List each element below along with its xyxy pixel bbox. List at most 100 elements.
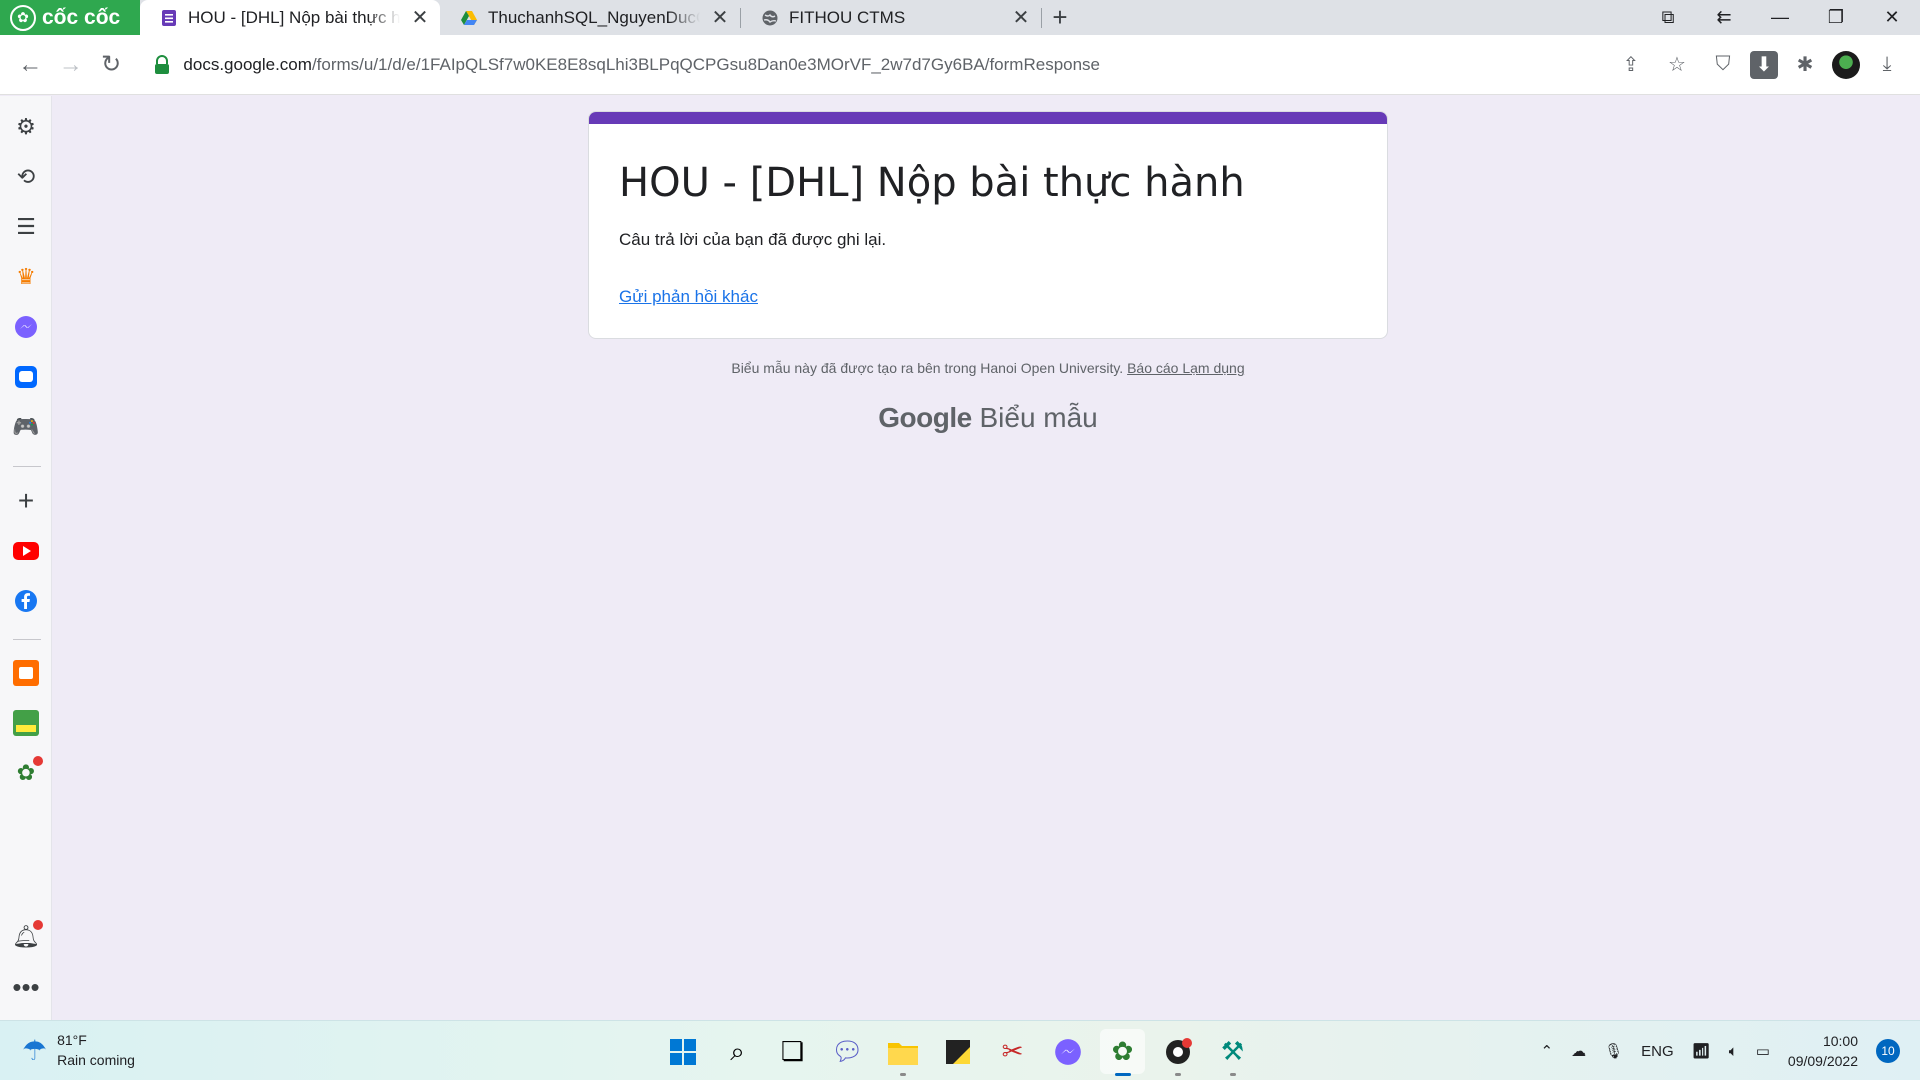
coupon-icon[interactable] [11, 708, 41, 738]
google-forms-icon [162, 9, 176, 26]
shop-icon[interactable] [11, 658, 41, 688]
new-tab-button[interactable]: + [1042, 0, 1078, 35]
obs-app-icon[interactable] [1155, 1029, 1200, 1076]
gear-icon[interactable]: ⚙ [11, 112, 41, 142]
notification-dot [33, 756, 43, 766]
profile-avatar[interactable] [1832, 50, 1861, 79]
footer-note-text: Biểu mẫu này đã được tạo ra bên trong Ha… [731, 360, 1124, 376]
back-history-icon[interactable]: ⇇ [1696, 0, 1752, 35]
tab-title: FITHOU CTMS [789, 7, 906, 27]
list-icon[interactable]: ☰ [11, 212, 41, 242]
crown-icon[interactable]: ♛ [11, 262, 41, 292]
browser-toolbar: ← → ↻ docs.google.com/forms/u/1/d/e/1FAI… [0, 35, 1920, 95]
file-explorer-icon[interactable] [880, 1029, 925, 1076]
forms-wordmark: Biểu mẫu [979, 402, 1098, 433]
savior-download-icon[interactable]: ⬇ [1750, 50, 1779, 79]
url-host: docs.google.com [183, 54, 312, 74]
coccoc-browser-app-icon[interactable]: ✿ [1100, 1029, 1145, 1076]
plus-icon[interactable]: + [11, 485, 41, 516]
tools-app-icon[interactable]: ⚒ [1210, 1029, 1255, 1076]
tab-close-icon[interactable]: ✕ [410, 5, 430, 30]
notification-dot [33, 920, 43, 930]
clock-date: 09/09/2022 [1787, 1053, 1858, 1069]
secure-lock-icon [155, 54, 170, 74]
weather-widget[interactable]: ☂ 81°F Rain coming [22, 1030, 135, 1070]
start-button[interactable] [660, 1029, 705, 1074]
tab-drive[interactable]: ThuchanhSQL_NguyenDucCuong ✕ [440, 0, 740, 35]
brand-label: cốc cốc [42, 5, 121, 29]
tab-forms[interactable]: HOU - [DHL] Nộp bài thực hành ✕ [140, 0, 440, 35]
more-icon[interactable]: ••• [11, 972, 41, 1002]
microphone-icon[interactable]: 🎙︎ [1604, 1042, 1623, 1060]
shield-icon[interactable]: ⛉ [1704, 46, 1742, 84]
minimize-button[interactable]: — [1752, 0, 1808, 35]
onedrive-cloud-icon[interactable]: ☁ [1571, 1042, 1586, 1060]
weather-forecast: Rain coming [57, 1052, 135, 1068]
close-window-button[interactable]: ✕ [1864, 0, 1920, 35]
tab-close-icon[interactable]: ✕ [1011, 5, 1031, 30]
response-recorded-message: Câu trả lời của bạn đã được ghi lại. [619, 230, 887, 249]
bookmark-star-icon[interactable]: ☆ [1658, 46, 1696, 84]
messenger-icon[interactable] [11, 312, 41, 342]
sidebar-divider [13, 639, 41, 640]
extensions-puzzle-icon[interactable]: ✱ [1786, 46, 1824, 84]
taskbar-apps: ⌕ ❏ 💬︎ ✂ ✿ ⚒ [660, 1029, 1255, 1076]
tab-title: ThuchanhSQL_NguyenDucCuong [488, 7, 700, 27]
coccoc-logo-icon: ✿ [10, 4, 36, 31]
form-footer: Biểu mẫu này đã được tạo ra bên trong Ha… [588, 360, 1388, 376]
teams-chat-icon[interactable]: 💬︎ [825, 1029, 870, 1074]
volume-icon[interactable]: 🔈︎ [1729, 1043, 1738, 1060]
facebook-icon[interactable] [11, 586, 41, 616]
coccoc-icon[interactable]: ✿ [11, 756, 43, 788]
reload-button[interactable]: ↻ [91, 43, 131, 87]
form-title: HOU - [DHL] Nộp bài thực hành [619, 160, 1245, 206]
wifi-icon[interactable]: 📶︎ [1692, 1042, 1711, 1060]
bell-icon[interactable]: 🔔︎ [11, 920, 43, 952]
clock-time: 10:00 [1822, 1033, 1858, 1049]
window-controls: ⧉ ⇇ — ❐ ✕ [1640, 0, 1920, 35]
search-icon[interactable]: ⌕ [715, 1029, 760, 1074]
system-tray: ⌃ ☁ 🎙︎ ENG 📶︎ 🔈︎ ▭ 10:00 09/09/2022 10 [1541, 1021, 1900, 1080]
chevron-up-icon[interactable]: ⌃ [1541, 1042, 1554, 1060]
snipping-tool-icon[interactable]: ✂ [990, 1029, 1035, 1074]
running-indicator [1230, 1073, 1236, 1076]
windows-taskbar: ☂ 81°F Rain coming ⌕ ❏ 💬︎ ✂ ✿ ⚒ ⌃ ☁ 🎙︎ E… [0, 1020, 1920, 1080]
active-indicator [1115, 1073, 1131, 1076]
task-view-icon[interactable]: ❏ [770, 1029, 815, 1074]
tab-ctms[interactable]: FITHOU CTMS ✕ [741, 0, 1041, 35]
address-bar[interactable]: docs.google.com/forms/u/1/d/e/1FAIpQLSf7… [139, 43, 1612, 87]
rain-umbrella-icon: ☂ [22, 1034, 48, 1066]
submit-another-response-link[interactable]: Gửi phản hồi khác [619, 287, 758, 307]
running-indicator [900, 1073, 906, 1076]
globe-icon [762, 10, 778, 25]
history-icon[interactable]: ⟲ [11, 162, 41, 192]
form-accent-bar [589, 112, 1387, 124]
report-abuse-link[interactable]: Báo cáo Lạm dụng [1127, 360, 1245, 376]
tab-search-icon[interactable]: ⧉ [1640, 0, 1696, 35]
language-indicator[interactable]: ENG [1641, 1043, 1674, 1060]
youtube-icon[interactable] [11, 536, 41, 566]
tab-close-icon[interactable]: ✕ [710, 5, 730, 30]
weather-temp: 81°F [57, 1032, 87, 1048]
gamepad-icon[interactable]: 🎮 [11, 412, 41, 442]
google-drive-icon [461, 10, 477, 25]
running-indicator [1175, 1073, 1181, 1076]
google-forms-logo[interactable]: Google Biểu mẫu [588, 402, 1388, 434]
back-button[interactable]: ← [10, 43, 50, 87]
sidebar-divider [13, 466, 41, 467]
tab-strip: ✿ cốc cốc HOU - [DHL] Nộp bài thực hành … [0, 0, 1920, 35]
zalo-icon[interactable] [11, 362, 41, 392]
downloads-icon[interactable]: ⤓ [1868, 46, 1906, 84]
share-icon[interactable]: ⇪ [1612, 46, 1650, 84]
form-response-card: HOU - [DHL] Nộp bài thực hành Câu trả lờ… [588, 111, 1388, 339]
browser-brand[interactable]: ✿ cốc cốc [0, 0, 140, 35]
restore-button[interactable]: ❐ [1808, 0, 1864, 35]
messenger-app-icon[interactable] [1045, 1029, 1090, 1074]
tab-title: HOU - [DHL] Nộp bài thực hành [188, 7, 400, 27]
notification-count-badge[interactable]: 10 [1876, 1039, 1900, 1063]
sticky-notes-icon[interactable] [935, 1029, 980, 1074]
forward-button[interactable]: → [50, 43, 90, 87]
clock[interactable]: 10:00 09/09/2022 [1788, 1031, 1858, 1071]
battery-icon[interactable]: ▭ [1756, 1042, 1770, 1060]
google-wordmark: Google [878, 402, 972, 433]
